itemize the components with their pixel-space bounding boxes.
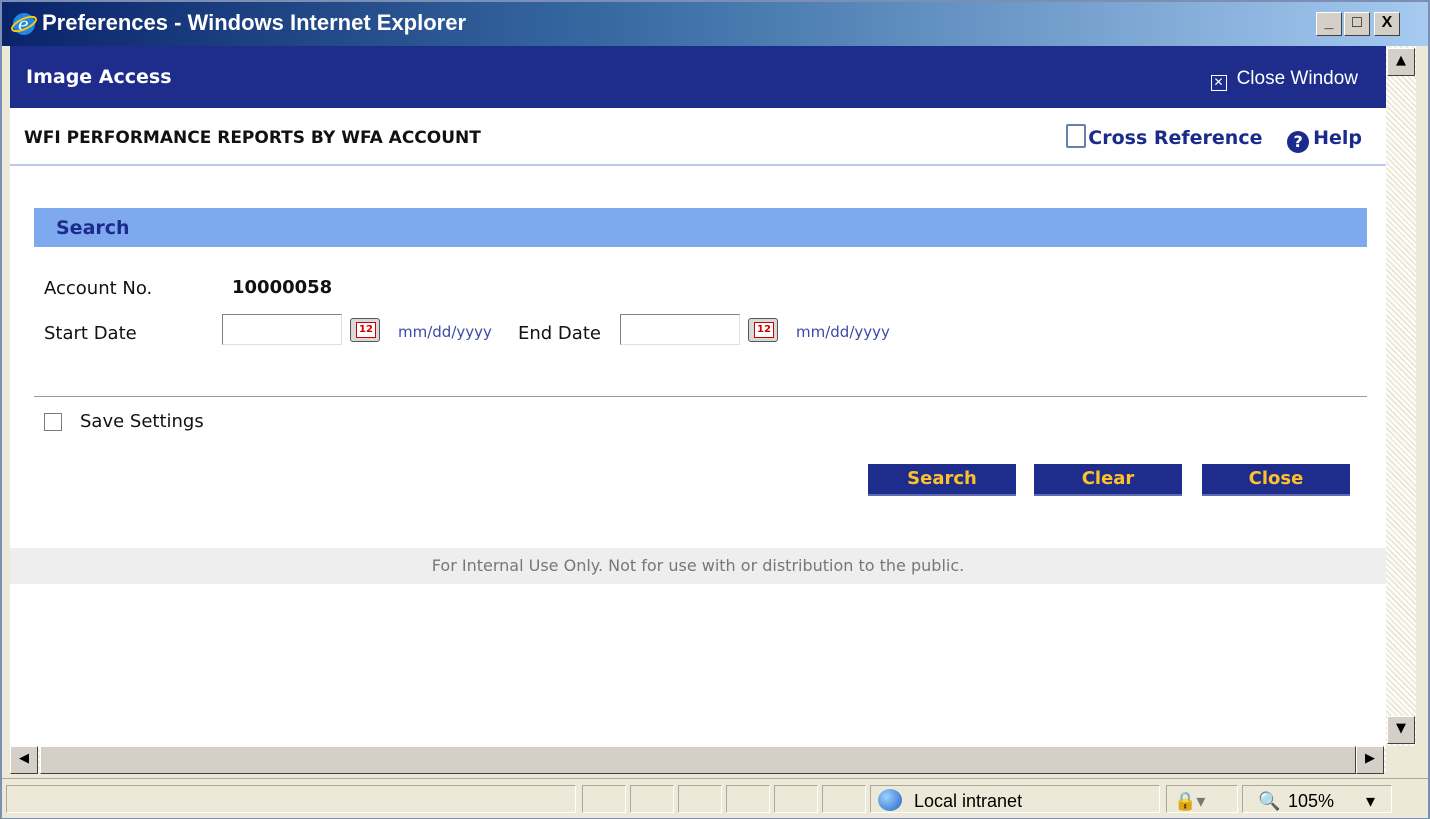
- cross-reference-label: Cross Reference: [1088, 127, 1263, 149]
- status-panel: [822, 785, 866, 813]
- footer-notice: For Internal Use Only. Not for use with …: [10, 548, 1386, 584]
- help-link[interactable]: ? Help: [1287, 127, 1362, 153]
- close-window-link[interactable]: ✕ Close Window: [1210, 68, 1358, 91]
- end-date-label: End Date: [518, 323, 601, 344]
- vertical-scrollbar[interactable]: ▲ ▼: [1386, 46, 1416, 746]
- status-panel-main: [6, 785, 576, 813]
- account-value: 10000058: [232, 277, 333, 298]
- save-settings-label[interactable]: Save Settings: [80, 411, 204, 432]
- cross-reference-link[interactable]: Cross Reference: [1066, 124, 1263, 149]
- app-header: Image Access ✕ Close Window: [10, 46, 1386, 108]
- account-label: Account No.: [44, 278, 153, 299]
- intranet-globe-icon: [878, 789, 902, 811]
- horizontal-scrollbar[interactable]: ◀ ▶: [10, 746, 1386, 774]
- status-bar: Local intranet 🔒▾ 🔍 105% ▾: [2, 778, 1428, 818]
- scroll-down-icon[interactable]: ▼: [1387, 716, 1415, 744]
- section-divider: [34, 396, 1367, 397]
- close-window-label: Close Window: [1236, 68, 1358, 89]
- close-button[interactable]: X: [1374, 12, 1400, 36]
- zoom-dropdown-icon[interactable]: ▾: [1366, 791, 1375, 812]
- status-panel: [774, 785, 818, 813]
- status-panel: [678, 785, 722, 813]
- scroll-up-icon[interactable]: ▲: [1387, 48, 1415, 76]
- end-date-calendar-icon[interactable]: [748, 318, 778, 342]
- search-heading: Search: [56, 217, 130, 239]
- help-icon: ?: [1287, 131, 1310, 153]
- horizontal-scroll-thumb[interactable]: [40, 746, 1356, 774]
- minimize-button[interactable]: _: [1316, 12, 1342, 36]
- start-date-calendar-icon[interactable]: [350, 318, 380, 342]
- scroll-left-icon[interactable]: ◀: [10, 746, 38, 774]
- maximize-button[interactable]: □: [1344, 12, 1370, 36]
- search-section-header: Search: [34, 208, 1367, 247]
- status-panel: [582, 785, 626, 813]
- end-date-hint: mm/dd/yyyy: [796, 323, 890, 341]
- page-title: WFI PERFORMANCE REPORTS BY WFA ACCOUNT: [24, 128, 481, 148]
- zoom-level[interactable]: 105%: [1288, 791, 1334, 812]
- search-button[interactable]: Search: [868, 464, 1016, 496]
- close-form-button[interactable]: Close: [1202, 464, 1350, 496]
- start-date-input[interactable]: [222, 314, 342, 345]
- help-label: Help: [1313, 127, 1362, 149]
- header-links: Cross Reference ? Help: [1048, 124, 1362, 153]
- scroll-right-icon[interactable]: ▶: [1356, 746, 1384, 774]
- window-titlebar[interactable]: e Preferences - Windows Internet Explore…: [2, 2, 1428, 46]
- end-date-input[interactable]: [620, 314, 740, 345]
- page-viewport: Image Access ✕ Close Window WFI PERFORMAN…: [10, 46, 1386, 746]
- protected-mode-icon[interactable]: 🔒▾: [1174, 791, 1205, 812]
- document-search-icon: [1066, 124, 1087, 148]
- start-date-hint: mm/dd/yyyy: [398, 323, 492, 341]
- clear-button[interactable]: Clear: [1034, 464, 1182, 496]
- security-zone-text: Local intranet: [914, 791, 1023, 811]
- internet-explorer-icon: e: [11, 13, 37, 35]
- status-panel: [630, 785, 674, 813]
- window-title: Preferences - Windows Internet Explorer: [42, 10, 467, 35]
- status-panel: [726, 785, 770, 813]
- app-title: Image Access: [26, 66, 172, 88]
- zoom-icon: 🔍: [1258, 791, 1281, 811]
- title-divider: [10, 164, 1386, 166]
- start-date-label: Start Date: [44, 323, 137, 344]
- save-settings-checkbox[interactable]: [44, 413, 62, 431]
- browser-window: e Preferences - Windows Internet Explore…: [0, 0, 1430, 819]
- close-box-icon: ✕: [1210, 75, 1227, 91]
